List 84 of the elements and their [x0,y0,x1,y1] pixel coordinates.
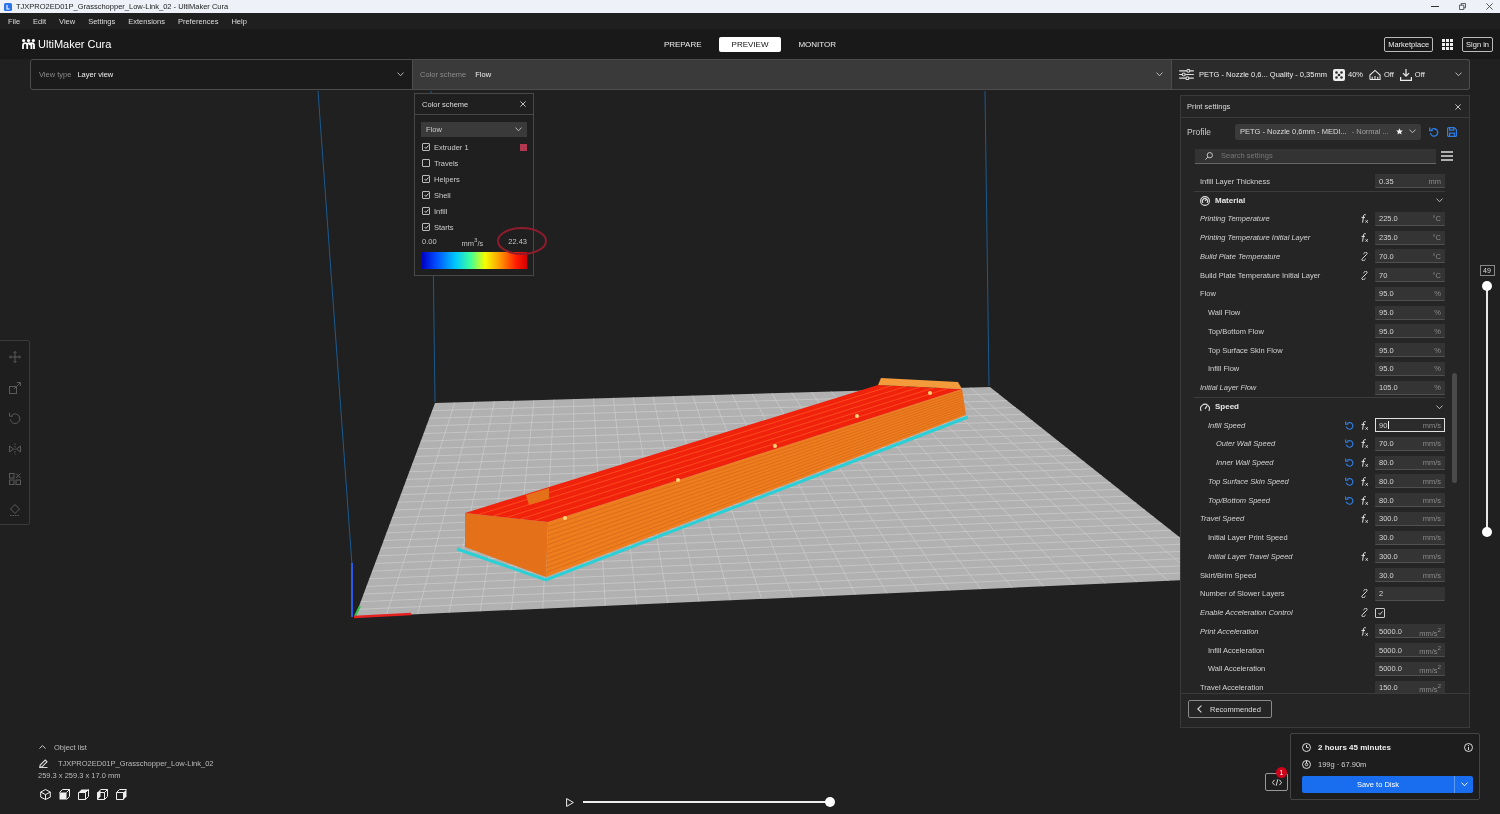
code-icon [1271,778,1282,786]
pencil-icon[interactable] [39,758,48,768]
info-icon[interactable] [1464,742,1473,752]
link-icon[interactable] [1360,608,1369,618]
checkbox[interactable] [1375,607,1385,618]
reset-icon[interactable] [1345,458,1354,468]
cube-top-icon[interactable] [78,789,89,800]
chevron-down-icon [397,72,404,77]
function-icon[interactable] [1360,626,1369,636]
save-icon[interactable] [1447,126,1457,137]
spool-icon [1302,759,1311,769]
gauge-icon [1200,401,1210,412]
reset-icon[interactable] [1345,495,1354,505]
restore-icon[interactable] [1459,3,1466,10]
stage-tab[interactable]: PREPARE [650,36,715,52]
reset-icon[interactable] [1345,476,1354,486]
link-icon[interactable] [1360,589,1369,599]
checkbox[interactable] [422,207,430,215]
chevron-down-icon [1156,72,1163,77]
checkmark-icon [423,193,429,197]
stage-tab[interactable]: PREVIEW [718,36,782,52]
function-icon[interactable] [1360,233,1369,243]
link-icon[interactable] [1360,270,1369,280]
function-icon[interactable] [1360,214,1369,224]
star-icon [1396,128,1403,135]
checkbox[interactable] [422,159,430,167]
download-icon [1399,68,1412,81]
slider-handle[interactable] [1482,281,1492,291]
slider-handle[interactable] [1482,527,1492,537]
stage-tab[interactable]: MONITOR [785,36,850,52]
reset-icon[interactable] [1345,439,1354,449]
text-cursor [1387,421,1389,430]
play-icon[interactable] [566,797,574,807]
print-time: 2 hours 45 minutes [1318,742,1391,752]
function-icon[interactable] [1360,476,1369,486]
dial-icon [1200,195,1210,206]
category-header[interactable]: Speed [1194,397,1445,416]
search-icon [1205,151,1213,160]
checkmark-icon [1377,610,1383,615]
scrollbar-thumb[interactable] [1452,373,1457,483]
chevron-down-icon [1436,404,1443,410]
function-icon[interactable] [1360,514,1369,524]
menu-icon[interactable] [1441,151,1453,161]
chevron-down-icon [515,127,522,132]
checkmark-icon [423,225,429,229]
checkmark-icon [423,145,429,149]
slider-handle[interactable] [825,797,835,807]
apps-grid-icon[interactable] [1442,38,1454,50]
app-logo: UltiMaker Cura [38,38,112,50]
clock-icon [1302,742,1311,752]
chevron-down-icon [1409,129,1416,134]
reset-icon[interactable] [1345,420,1354,430]
app-icon [4,2,12,11]
checkbox[interactable] [422,175,430,183]
function-icon[interactable] [1360,495,1369,505]
dice-icon [1332,68,1345,81]
sliders-icon [1179,69,1194,80]
close-icon[interactable] [1486,3,1493,10]
cube-left-icon[interactable] [97,789,108,800]
function-icon[interactable] [1360,439,1369,449]
cube-front-icon[interactable] [59,789,70,800]
logo-icon [22,39,35,49]
profile-label: Profile [1187,126,1213,137]
checkmark-icon [423,177,429,181]
function-icon[interactable] [1360,420,1369,430]
chevron-down-icon [1455,72,1462,77]
house-icon [1369,68,1381,81]
axes-drawing [351,562,412,619]
chevron-down-icon [1436,198,1443,203]
chevron-down-icon [1460,782,1468,787]
cube-right-icon[interactable] [116,789,127,800]
checkmark-icon [423,209,429,213]
link-icon[interactable] [1360,251,1369,261]
checkbox[interactable] [422,191,430,199]
code-button[interactable] [1265,773,1288,791]
function-icon[interactable] [1360,551,1369,561]
chevron-up-icon [39,745,46,749]
cube-icon[interactable] [40,789,51,800]
checkbox[interactable] [422,143,430,151]
chevron-left-icon [1197,705,1202,713]
reset-icon[interactable] [1429,126,1439,137]
category-header[interactable]: Material [1194,190,1445,210]
function-icon[interactable] [1360,458,1369,468]
checkbox[interactable] [422,223,430,231]
